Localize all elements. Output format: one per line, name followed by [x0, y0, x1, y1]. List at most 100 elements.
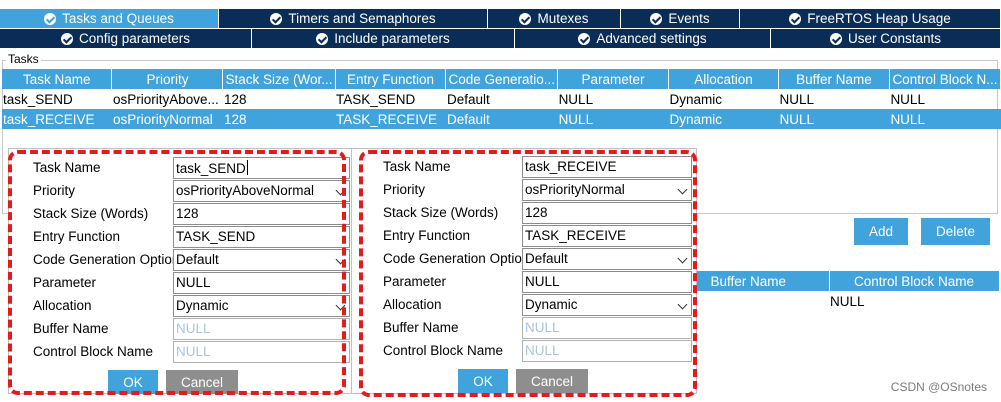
tab-label: Mutexes	[537, 11, 589, 26]
table-cell: Dynamic	[669, 91, 723, 107]
parameter-label: Parameter	[383, 274, 447, 289]
tab-config-parameters[interactable]: Config parameters	[0, 29, 252, 49]
edit-task-dialog-send: Task Name task_SEND Priority osPriorityA…	[8, 148, 354, 394]
table-cell: task_RECEIVE	[2, 109, 112, 129]
table-cell: NULL	[558, 91, 594, 107]
column-header[interactable]: Control Block N...	[889, 69, 1001, 89]
tab-label: Advanced settings	[596, 31, 707, 46]
table-cell: NULL	[557, 109, 669, 129]
tasks-group-label: Tasks	[6, 52, 41, 66]
column-header[interactable]: Priority	[111, 69, 224, 89]
column-header[interactable]: Stack Size (Wor...	[222, 69, 336, 89]
allocation-select[interactable]: Dynamic	[173, 295, 350, 317]
table-cell: NULL	[778, 109, 890, 129]
chevron-down-icon	[677, 184, 688, 195]
chevron-down-icon	[335, 300, 346, 311]
allocation-label: Allocation	[383, 297, 442, 312]
entry-function-label: Entry Function	[383, 228, 471, 243]
queues-table-header: Buffer Name Control Block Name	[668, 271, 1000, 291]
table-cell: TASK_RECEIVE	[335, 109, 446, 129]
parameter-label: Parameter	[33, 275, 97, 290]
buffer-name-input: NULL	[522, 317, 692, 339]
check-circle-icon	[44, 12, 57, 25]
chevron-down-icon	[677, 253, 688, 264]
table-cell: Default	[445, 109, 558, 129]
check-circle-icon	[650, 12, 663, 25]
column-header[interactable]: Buffer Name	[778, 69, 890, 89]
stack-size-input[interactable]: 128	[522, 202, 692, 224]
entry-function-input[interactable]: TASK_RECEIVE	[522, 225, 692, 247]
check-circle-icon	[60, 32, 73, 45]
table-cell: 128	[222, 109, 335, 129]
tab-timers-and-semaphores[interactable]: Timers and Semaphores	[219, 9, 488, 29]
tab-row-secondary: Config parameters Include parameters Adv…	[0, 29, 1001, 49]
table-cell: NULL	[890, 91, 925, 107]
tab-label: Events	[668, 11, 710, 26]
table-row[interactable]: NULL	[668, 291, 999, 311]
cancel-button[interactable]: Cancel	[516, 369, 588, 393]
code-generation-select[interactable]: Default	[522, 248, 692, 270]
table-cell: NULL	[830, 293, 865, 309]
buffer-name-label: Buffer Name	[33, 321, 109, 336]
buffer-name-label: Buffer Name	[383, 320, 459, 335]
priority-label: Priority	[33, 183, 76, 198]
task-name-input[interactable]: task_SEND	[173, 157, 350, 179]
delete-task-button[interactable]: Delete	[921, 218, 990, 245]
watermark: CSDN @OSnotes	[890, 380, 987, 394]
check-circle-icon	[316, 32, 329, 45]
table-row-selected[interactable]: task_RECEIVE osPriorityNormal 128 TASK_R…	[2, 109, 1001, 129]
chevron-down-icon	[677, 299, 688, 310]
task-name-input[interactable]: task_RECEIVE	[522, 156, 692, 178]
tab-freertos-heap-usage[interactable]: FreeRTOS Heap Usage	[740, 9, 1001, 29]
tab-label: Timers and Semaphores	[288, 11, 436, 26]
column-header[interactable]: Entry Function	[335, 69, 447, 89]
stack-size-label: Stack Size (Words)	[383, 205, 499, 220]
parameter-input[interactable]: NULL	[522, 271, 692, 293]
column-header[interactable]: Parameter	[557, 69, 670, 89]
table-cell: task_SEND	[3, 91, 73, 107]
ok-button[interactable]: OK	[108, 370, 158, 394]
check-circle-icon	[789, 12, 802, 25]
code-generation-label: Code Generation Option	[383, 251, 530, 266]
tab-label: Config parameters	[78, 31, 191, 46]
ok-button[interactable]: OK	[458, 369, 508, 393]
stack-size-input[interactable]: 128	[173, 203, 350, 225]
control-block-name-input: NULL	[522, 340, 692, 362]
tab-advanced-settings[interactable]: Advanced settings	[515, 29, 771, 49]
column-header[interactable]: Allocation	[668, 69, 779, 89]
table-cell: 128	[223, 91, 247, 107]
table-row[interactable]: task_SEND osPriorityAbove... 128 TASK_SE…	[2, 89, 1001, 109]
check-circle-icon	[578, 32, 591, 45]
column-header[interactable]: Task Name	[2, 69, 113, 89]
task-name-label: Task Name	[33, 160, 101, 175]
tab-include-parameters[interactable]: Include parameters	[252, 29, 515, 49]
control-block-name-label: Control Block Name	[33, 344, 154, 359]
add-task-button[interactable]: Add	[854, 218, 908, 245]
tab-user-constants[interactable]: User Constants	[771, 29, 1001, 49]
edit-task-dialog-receive: Task Name task_RECEIVE Priority osPriori…	[351, 148, 697, 394]
priority-select[interactable]: osPriorityNormal	[522, 179, 692, 201]
parameter-input[interactable]: NULL	[173, 272, 350, 294]
code-generation-label: Code Generation Option	[33, 252, 180, 267]
priority-label: Priority	[383, 182, 426, 197]
check-circle-icon	[519, 12, 532, 25]
table-cell: Dynamic	[668, 109, 779, 129]
column-header[interactable]: Control Block Name	[829, 271, 1000, 291]
cancel-button[interactable]: Cancel	[166, 370, 238, 394]
tab-tasks-and-queues[interactable]: Tasks and Queues	[0, 9, 219, 29]
column-header[interactable]: Code Generatio...	[445, 69, 559, 89]
check-circle-icon	[270, 12, 283, 25]
code-generation-select[interactable]: Default	[173, 249, 350, 271]
tab-mutexes[interactable]: Mutexes	[488, 9, 621, 29]
entry-function-input[interactable]: TASK_SEND	[173, 226, 350, 248]
priority-select[interactable]: osPriorityAboveNormal	[173, 180, 350, 202]
tab-label: Include parameters	[334, 31, 450, 46]
chevron-down-icon	[335, 185, 346, 196]
table-cell: osPriorityAbove...	[112, 91, 219, 107]
table-cell: osPriorityNormal	[111, 109, 223, 129]
tab-events[interactable]: Events	[621, 9, 740, 29]
allocation-select[interactable]: Dynamic	[522, 294, 692, 316]
control-block-name-label: Control Block Name	[383, 343, 504, 358]
table-cell: NULL	[889, 109, 1001, 129]
tab-label: User Constants	[847, 31, 942, 46]
